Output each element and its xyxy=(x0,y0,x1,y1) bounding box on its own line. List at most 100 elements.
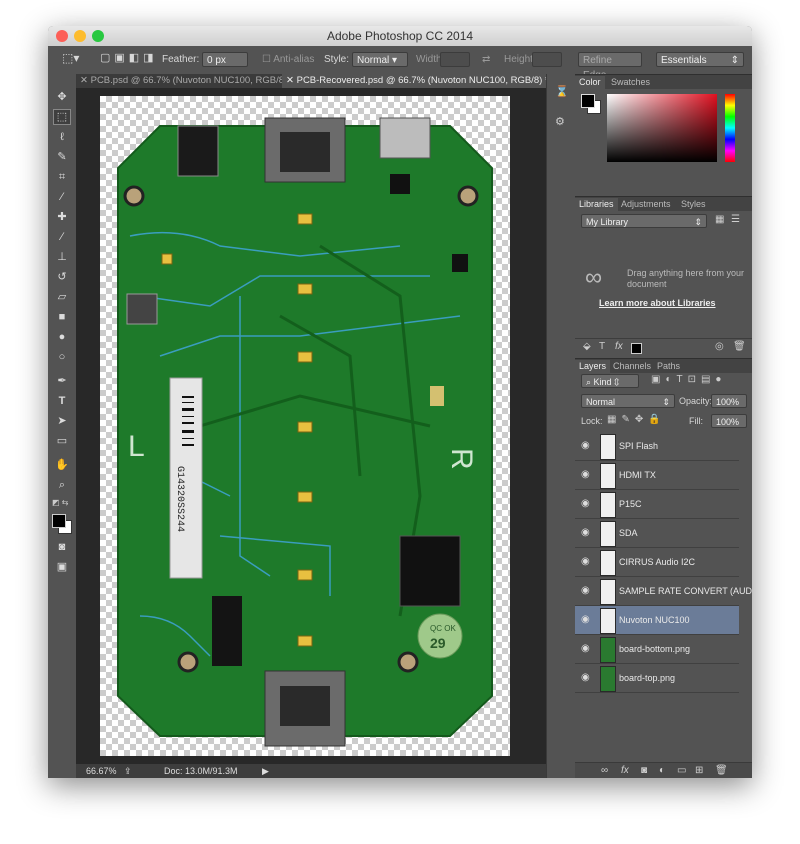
new-layer-icon[interactable]: ⊞ xyxy=(695,765,703,777)
layer-row[interactable]: ◉ HDMI TX xyxy=(575,461,739,490)
tab-pcb-recovered[interactable]: ✕ PCB-Recovered.psd @ 66.7% (Nuvoton NUC… xyxy=(282,74,550,88)
new-group-icon[interactable]: ▭ xyxy=(677,765,686,777)
visibility-eye-icon[interactable]: ◉ xyxy=(581,440,593,452)
layer-row[interactable]: ◉ SDA xyxy=(575,519,739,548)
history-panel-icon[interactable]: ⌛ xyxy=(555,86,569,98)
lasso-tool-icon[interactable]: ℓ xyxy=(54,130,70,144)
layer-row[interactable]: ◉ P15C xyxy=(575,490,739,519)
layer-row[interactable]: ◉ SPI Flash xyxy=(575,432,739,461)
blend-mode-select[interactable]: Normal ⇕ xyxy=(581,394,675,408)
type-tool-icon[interactable]: T xyxy=(54,394,70,408)
eyedropper-tool-icon[interactable]: ⁄ xyxy=(54,190,70,204)
layer-thumbnail[interactable] xyxy=(600,608,616,634)
layer-thumbnail[interactable] xyxy=(600,666,616,692)
fill-input[interactable]: 100% xyxy=(711,414,747,428)
healing-brush-tool-icon[interactable]: ✚ xyxy=(54,210,70,224)
layer-name[interactable]: CIRRUS Audio I2C xyxy=(619,557,695,567)
layer-name[interactable]: board-top.png xyxy=(619,673,675,683)
antialias-checkbox[interactable]: ☐ Anti-alias xyxy=(262,54,314,65)
layer-name[interactable]: SDA xyxy=(619,528,638,538)
properties-panel-icon[interactable]: ⚙ xyxy=(555,116,565,128)
rectangle-tool-icon[interactable]: ▭ xyxy=(54,434,70,448)
style-select[interactable]: Normal ▾ xyxy=(352,52,408,67)
screen-mode-icon[interactable]: ▣ xyxy=(54,560,70,574)
layer-name[interactable]: SPI Flash xyxy=(619,441,658,451)
visibility-eye-icon[interactable]: ◉ xyxy=(581,614,593,626)
layer-thumbnail[interactable] xyxy=(600,550,616,576)
dodge-tool-icon[interactable]: ○ xyxy=(54,350,70,364)
pen-tool-icon[interactable]: ✒ xyxy=(54,374,70,388)
tab-close-icon[interactable]: ✕ xyxy=(80,75,88,86)
add-text-icon[interactable]: T xyxy=(599,341,605,353)
layer-name[interactable]: HDMI TX xyxy=(619,470,656,480)
delete-layer-icon[interactable]: 🗑 xyxy=(715,765,728,777)
cc-sync-icon[interactable]: ◎ xyxy=(715,341,724,353)
hand-tool-icon[interactable]: ✋ xyxy=(54,458,70,472)
grid-view-icon[interactable]: ▦ xyxy=(715,214,724,226)
tab-color[interactable]: Color xyxy=(575,76,605,89)
layer-row[interactable]: ◉ board-bottom.png xyxy=(575,635,739,664)
foreground-color-swatch[interactable] xyxy=(581,94,595,108)
move-tool-icon[interactable]: ✥ xyxy=(54,90,70,104)
layer-row[interactable]: ◉ board-top.png xyxy=(575,664,739,693)
gradient-tool-icon[interactable]: ■ xyxy=(54,310,70,324)
hue-slider[interactable] xyxy=(725,94,735,162)
visibility-eye-icon[interactable]: ◉ xyxy=(581,672,593,684)
tab-adjustments[interactable]: Adjustments xyxy=(617,198,675,211)
delete-icon[interactable]: 🗑 xyxy=(733,341,746,353)
tab-layers[interactable]: Layers xyxy=(575,360,611,373)
marquee-tool-icon[interactable]: ⬚ xyxy=(53,109,71,125)
swap-icon[interactable]: ⇄ xyxy=(482,54,490,65)
height-input[interactable] xyxy=(532,52,562,67)
visibility-eye-icon[interactable]: ◉ xyxy=(581,643,593,655)
lock-icons[interactable]: ▦✎✥🔒 xyxy=(607,414,666,425)
status-menu-arrow-icon[interactable]: ▶ xyxy=(262,764,269,778)
crop-tool-icon[interactable]: ⌗ xyxy=(54,170,70,184)
visibility-eye-icon[interactable]: ◉ xyxy=(581,469,593,481)
feather-input[interactable]: 0 px xyxy=(202,52,248,67)
tab-channels[interactable]: Channels xyxy=(609,360,655,373)
export-icon[interactable]: ⇪ xyxy=(124,764,132,778)
refine-edge-button[interactable]: Refine Edge... xyxy=(578,52,642,81)
history-brush-tool-icon[interactable]: ↺ xyxy=(54,270,70,284)
visibility-eye-icon[interactable]: ◉ xyxy=(581,498,593,510)
layer-row[interactable]: ◉ Nuvoton NUC100 xyxy=(575,606,739,635)
add-layer-style-icon[interactable]: fx xyxy=(621,765,629,777)
opacity-input[interactable]: 100% xyxy=(711,394,747,408)
layer-name[interactable]: P15C xyxy=(619,499,642,509)
layer-row[interactable]: ◉ CIRRUS Audio I2C xyxy=(575,548,739,577)
selection-mode-icons[interactable]: ▢▣◧◨ xyxy=(100,51,158,64)
layer-thumbnail[interactable] xyxy=(600,492,616,518)
width-input[interactable] xyxy=(440,52,470,67)
layer-kind-filter[interactable]: ⌕ Kind ⇕ xyxy=(581,374,639,388)
foreground-color-swatch[interactable] xyxy=(52,514,66,528)
add-mask-icon[interactable]: ◙ xyxy=(641,765,647,777)
layer-thumbnail[interactable] xyxy=(600,637,616,663)
layer-thumbnail[interactable] xyxy=(600,521,616,547)
tab-pcb-psd[interactable]: ✕ PCB.psd @ 66.7% (Nuvoton NUC100, RGB/8… xyxy=(76,74,287,88)
layer-filter-icons[interactable]: ▣◐T⊡▤● xyxy=(651,374,726,385)
adjustment-layer-icon[interactable]: ◐ xyxy=(659,765,665,777)
default-colors-icon[interactable]: ◩ ⇆ xyxy=(52,498,68,507)
visibility-eye-icon[interactable]: ◉ xyxy=(581,556,593,568)
tab-libraries[interactable]: Libraries xyxy=(575,198,618,211)
blur-tool-icon[interactable]: ● xyxy=(54,330,70,344)
marquee-tool-preset-icon[interactable]: ⬚▾ xyxy=(62,51,79,65)
workspace-select[interactable]: Essentials ⇕ xyxy=(656,52,744,67)
zoom-tool-icon[interactable]: ⌕ xyxy=(54,478,70,492)
layer-name[interactable]: Nuvoton NUC100 xyxy=(619,615,690,625)
layer-thumbnail[interactable] xyxy=(600,579,616,605)
visibility-eye-icon[interactable]: ◉ xyxy=(581,585,593,597)
layer-thumbnail[interactable] xyxy=(600,434,616,460)
tab-paths[interactable]: Paths xyxy=(653,360,684,373)
layer-name[interactable]: board-bottom.png xyxy=(619,644,690,654)
link-layers-icon[interactable]: ∞ xyxy=(601,765,608,777)
brush-tool-icon[interactable]: ∕ xyxy=(54,230,70,244)
learn-more-libraries-link[interactable]: Learn more about Libraries xyxy=(599,298,716,308)
clone-stamp-tool-icon[interactable]: ⊥ xyxy=(54,250,70,264)
zoom-level[interactable]: 66.67% xyxy=(86,764,117,778)
layer-name[interactable]: SAMPLE RATE CONVERT (AUDIO) xyxy=(619,586,752,596)
visibility-eye-icon[interactable]: ◉ xyxy=(581,527,593,539)
tab-swatches[interactable]: Swatches xyxy=(607,76,654,89)
canvas-area[interactable]: L R G14320SS244 QC OK 29 xyxy=(76,88,546,764)
